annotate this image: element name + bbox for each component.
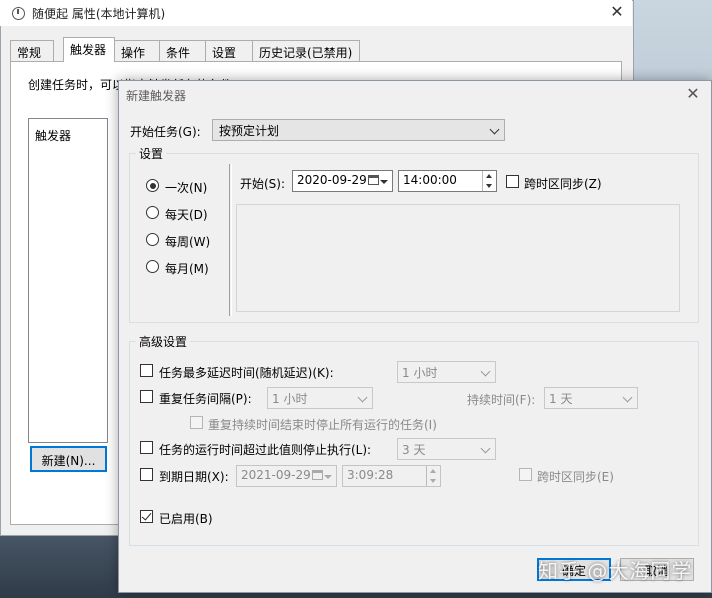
start-label: 开始(S): bbox=[240, 177, 286, 191]
radio-weekly[interactable] bbox=[146, 233, 159, 246]
stop-duration-value: 3 天 bbox=[402, 443, 426, 457]
sync-timezone-checkbox[interactable] bbox=[506, 175, 519, 188]
repeat-label[interactable]: 重复任务间隔(P): bbox=[159, 390, 252, 407]
start-time-value: 14:00:00 bbox=[403, 173, 457, 187]
chevron-down-icon bbox=[622, 392, 633, 403]
expire-sync-checkbox[interactable] bbox=[519, 468, 532, 481]
stop-running-label[interactable]: 重复持续时间结束时停止所有运行的任务(I) bbox=[208, 416, 437, 433]
tab-history[interactable]: 历史记录(已禁用) bbox=[252, 40, 360, 62]
new-trigger-button[interactable]: 新建(N)... bbox=[30, 446, 107, 472]
start-time-spinner[interactable]: 14:00:00 bbox=[398, 170, 497, 192]
tab-general[interactable]: 常规 bbox=[10, 40, 54, 62]
watermark: 知乎 @大海同学 bbox=[538, 559, 693, 583]
tab-triggers[interactable]: 触发器 bbox=[63, 37, 115, 62]
schedule-detail-panel bbox=[236, 204, 680, 312]
radio-monthly[interactable] bbox=[146, 260, 159, 273]
expire-time-value: 3:09:28 bbox=[347, 468, 394, 482]
chevron-down-icon bbox=[480, 366, 491, 377]
radio-monthly-label[interactable]: 每月(M) bbox=[165, 260, 209, 277]
expire-checkbox[interactable] bbox=[140, 468, 153, 481]
begin-task-label: 开始任务(G): bbox=[130, 125, 201, 139]
start-date-value: 2020-09-29 bbox=[297, 173, 367, 187]
dialog-title: 新建触发器 bbox=[126, 89, 187, 103]
delay-checkbox[interactable] bbox=[140, 364, 153, 377]
begin-task-value: 按预定计划 bbox=[219, 124, 280, 138]
radio-once-label[interactable]: 一次(N) bbox=[165, 179, 207, 196]
repeat-interval-value: 1 小时 bbox=[272, 392, 308, 406]
settings-legend: 设置 bbox=[136, 145, 167, 162]
delay-value: 1 小时 bbox=[402, 366, 438, 380]
delay-dropdown[interactable]: 1 小时 bbox=[397, 361, 496, 383]
chevron-down-icon bbox=[357, 392, 368, 403]
delay-label[interactable]: 任务最多延迟时间(随机延迟)(K): bbox=[159, 364, 334, 381]
duration-label: 持续时间(F): bbox=[467, 393, 536, 407]
time-spin-buttons[interactable] bbox=[426, 466, 440, 486]
expire-sync-label[interactable]: 跨时区同步(E) bbox=[537, 468, 614, 485]
chevron-down-icon bbox=[480, 443, 491, 454]
begin-task-dropdown[interactable]: 按预定计划 bbox=[212, 119, 505, 141]
settings-divider bbox=[229, 164, 230, 316]
chevron-down-icon bbox=[489, 124, 500, 135]
tab-conditions[interactable]: 条件 bbox=[159, 40, 206, 62]
settings-divider-highlight bbox=[231, 164, 232, 316]
duration-value: 1 天 bbox=[549, 392, 573, 406]
dialog-close-icon[interactable]: ✕ bbox=[682, 84, 704, 103]
tab-actions[interactable]: 操作 bbox=[114, 40, 160, 62]
advanced-settings-legend: 高级设置 bbox=[136, 333, 191, 350]
sync-timezone-label[interactable]: 跨时区同步(Z) bbox=[524, 175, 602, 192]
enabled-checkbox[interactable] bbox=[140, 510, 153, 523]
expire-label[interactable]: 到期日期(X): bbox=[159, 468, 229, 485]
radio-daily[interactable] bbox=[146, 206, 159, 219]
stop-duration-dropdown[interactable]: 3 天 bbox=[397, 438, 496, 460]
stop-running-checkbox[interactable] bbox=[190, 416, 203, 429]
calendar-icon[interactable] bbox=[312, 470, 323, 480]
stop-if-longer-label[interactable]: 任务的运行时间超过此值则停止执行(L): bbox=[159, 441, 371, 458]
date-dropdown-icon[interactable] bbox=[324, 475, 332, 479]
properties-window-title: 随便起 属性(本地计算机) bbox=[32, 7, 166, 21]
expire-date-value: 2021-09-29 bbox=[241, 468, 311, 482]
repeat-checkbox[interactable] bbox=[140, 390, 153, 403]
radio-daily-label[interactable]: 每天(D) bbox=[165, 206, 208, 223]
properties-close-icon[interactable]: ✕ bbox=[606, 2, 628, 21]
stop-if-longer-checkbox[interactable] bbox=[140, 441, 153, 454]
tab-settings[interactable]: 设置 bbox=[205, 40, 253, 62]
radio-weekly-label[interactable]: 每周(W) bbox=[165, 233, 210, 250]
start-date-picker[interactable]: 2020-09-29 bbox=[292, 170, 393, 192]
triggers-list[interactable] bbox=[28, 118, 108, 443]
expire-time-spinner[interactable]: 3:09:28 bbox=[342, 465, 441, 487]
repeat-interval-dropdown[interactable]: 1 小时 bbox=[267, 387, 373, 409]
triggers-list-header[interactable]: 触发器 bbox=[35, 127, 71, 144]
radio-once[interactable] bbox=[146, 179, 159, 192]
enabled-label[interactable]: 已启用(B) bbox=[159, 510, 213, 527]
calendar-icon[interactable] bbox=[368, 175, 379, 185]
date-dropdown-icon[interactable] bbox=[380, 180, 388, 184]
time-spin-buttons[interactable] bbox=[482, 171, 496, 191]
duration-dropdown[interactable]: 1 天 bbox=[544, 387, 638, 409]
clock-icon bbox=[12, 7, 25, 20]
expire-date-picker[interactable]: 2021-09-29 bbox=[236, 465, 337, 487]
